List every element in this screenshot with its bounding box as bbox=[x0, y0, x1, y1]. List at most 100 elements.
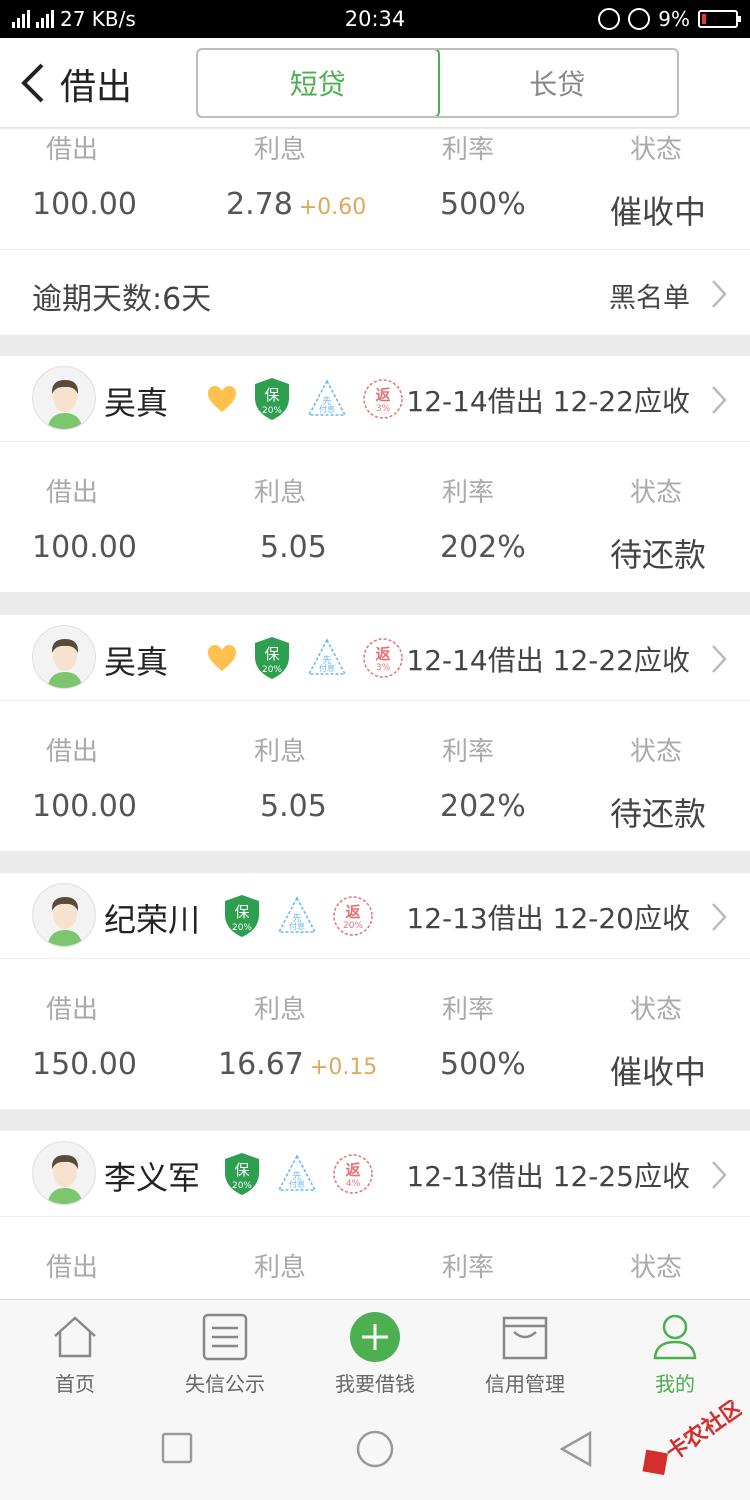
avatar bbox=[32, 1141, 96, 1205]
page-title: 借出 bbox=[60, 67, 133, 108]
status-label: 状态 bbox=[630, 737, 683, 767]
loan-record-card[interactable]: 纪荣川 保 20% 先付息返 20% 12-13借出 12-20应收 借出 利息 利率… bbox=[0, 873, 750, 1109]
loan-dates: 12-14借出 12-22应收 bbox=[406, 644, 690, 677]
avatar-icon bbox=[47, 1155, 83, 1204]
loan-record-card[interactable]: 李义军 保 20% 先付息返 4% 12-13借出 12-25应收 借出 利息 利率 … bbox=[0, 1131, 750, 1299]
rebate-icon: 返 4% bbox=[332, 1153, 374, 1195]
status-label: 状态 bbox=[630, 135, 683, 165]
lend-value: 100.00 bbox=[32, 187, 137, 222]
svg-text:付息: 付息 bbox=[289, 921, 305, 931]
lend-label: 借出 bbox=[46, 995, 99, 1025]
loan-stats: 借出 利息 利率 状态 100.00 5.05 202% 待还款 bbox=[0, 701, 750, 851]
plus-circle-icon bbox=[350, 1312, 400, 1362]
svg-text:20%: 20% bbox=[232, 923, 252, 933]
interest-extra: +0.15 bbox=[309, 1055, 378, 1080]
tab-long-loan[interactable]: 长贷 bbox=[438, 50, 678, 116]
svg-text:保: 保 bbox=[264, 386, 279, 404]
borrower-name: 李义军 bbox=[104, 1159, 201, 1197]
prepay-interest-icon: 先付息 bbox=[306, 378, 348, 420]
svg-text:返: 返 bbox=[345, 903, 360, 921]
chevron-right-icon bbox=[712, 645, 727, 673]
box-icon bbox=[502, 1316, 548, 1360]
status-label: 状态 bbox=[630, 1253, 683, 1283]
guarantee-shield-icon: 保 20% bbox=[222, 893, 262, 939]
svg-text:20%: 20% bbox=[232, 1181, 252, 1191]
watermark-logo: 卡农社区 bbox=[642, 1400, 742, 1476]
tab-borrow[interactable]: 我要借钱 bbox=[300, 1300, 450, 1403]
interest-label: 利息 bbox=[254, 478, 307, 508]
loan-dates: 12-13借出 12-20应收 bbox=[406, 902, 690, 935]
badge-group: 保 20% 先付息返 3% bbox=[206, 376, 404, 422]
rebate-icon: 返 3% bbox=[362, 637, 404, 679]
borrower-row[interactable]: 吴真 保 20% 先付息返 3% 12-14借出 12-22应收 bbox=[0, 615, 750, 701]
prepay-interest-icon: 先付息 bbox=[276, 895, 318, 937]
lend-label: 借出 bbox=[46, 135, 99, 165]
interest-extra: +0.60 bbox=[298, 195, 367, 220]
status-label: 状态 bbox=[630, 478, 683, 508]
loan-list[interactable]: 借出 利息 利率 状态 100.00 2.78 +0.60 500% 催收中 逾期… bbox=[0, 129, 750, 1299]
chevron-left-icon bbox=[21, 63, 44, 103]
bottom-tab-bar: 首页 失信公示 我要借钱 信用管理 我的 bbox=[0, 1299, 750, 1403]
loan-type-tabs: 短贷 长贷 bbox=[196, 48, 679, 118]
rate-label: 利率 bbox=[442, 135, 495, 165]
svg-text:付息: 付息 bbox=[319, 663, 335, 673]
loan-stats: 借出 利息 利率 状态 bbox=[0, 1217, 750, 1299]
borrower-row[interactable]: 纪荣川 保 20% 先付息返 20% 12-13借出 12-20应收 bbox=[0, 873, 750, 959]
borrower-row[interactable]: 吴真 保 20% 先付息返 3% 12-14借出 12-22应收 bbox=[0, 356, 750, 442]
interest-value: 2.78 +0.60 bbox=[226, 187, 367, 222]
tab-home[interactable]: 首页 bbox=[0, 1300, 150, 1403]
interest-label: 利息 bbox=[254, 995, 307, 1025]
rotation-lock-icon bbox=[598, 8, 621, 30]
interest-label: 利息 bbox=[254, 135, 307, 165]
guarantee-shield-icon: 保 20% bbox=[222, 1151, 262, 1197]
recents-icon[interactable] bbox=[160, 1431, 194, 1465]
user-icon bbox=[653, 1314, 697, 1360]
borrower-row[interactable]: 李义军 保 20% 先付息返 4% 12-13借出 12-25应收 bbox=[0, 1131, 750, 1217]
back-nav-icon[interactable] bbox=[558, 1430, 594, 1468]
guarantee-shield-icon: 保 20% bbox=[252, 376, 292, 422]
avatar bbox=[32, 883, 96, 947]
interest-value: 5.05 bbox=[260, 530, 327, 565]
status-label: 状态 bbox=[630, 995, 683, 1025]
svg-text:保: 保 bbox=[234, 903, 249, 921]
borrower-name: 吴真 bbox=[104, 643, 169, 681]
lend-value: 100.00 bbox=[32, 789, 137, 824]
interest-label: 利息 bbox=[254, 1253, 307, 1283]
status-value: 催收中 bbox=[610, 193, 707, 231]
avatar-icon bbox=[47, 897, 83, 946]
blacklist-link[interactable]: 黑名单 bbox=[609, 276, 690, 315]
svg-text:付息: 付息 bbox=[319, 404, 335, 414]
rate-label: 利率 bbox=[442, 995, 495, 1025]
back-button[interactable] bbox=[18, 60, 48, 106]
svg-text:20%: 20% bbox=[262, 665, 282, 675]
rate-label: 利率 bbox=[442, 737, 495, 767]
lend-label: 借出 bbox=[46, 478, 99, 508]
tab-mine[interactable]: 我的 bbox=[600, 1300, 750, 1403]
list-icon bbox=[202, 1313, 248, 1361]
prepay-interest-icon: 先付息 bbox=[306, 637, 348, 679]
svg-text:卡农社区: 卡农社区 bbox=[661, 1400, 742, 1466]
battery-percent: 9% bbox=[658, 7, 690, 31]
tab-short-loan[interactable]: 短贷 bbox=[198, 50, 440, 116]
chevron-right-icon bbox=[712, 386, 727, 414]
chevron-right-icon bbox=[712, 1161, 727, 1189]
svg-text:3%: 3% bbox=[376, 663, 391, 673]
loan-dates: 12-14借出 12-22应收 bbox=[406, 385, 690, 418]
svg-text:返: 返 bbox=[375, 645, 390, 663]
home-nav-icon[interactable] bbox=[355, 1429, 395, 1469]
overdue-row[interactable]: 逾期天数:6天 黑名单 bbox=[0, 249, 750, 335]
rate-label: 利率 bbox=[442, 1253, 495, 1283]
overdue-days: 逾期天数:6天 bbox=[32, 282, 212, 317]
status-value: 待还款 bbox=[610, 536, 707, 574]
svg-text:返: 返 bbox=[375, 386, 390, 404]
loan-card[interactable]: 借出 利息 利率 状态 100.00 2.78 +0.60 500% 催收中 逾期… bbox=[0, 129, 750, 335]
rate-value: 202% bbox=[440, 530, 526, 565]
loan-record-card[interactable]: 吴真 保 20% 先付息返 3% 12-14借出 12-22应收 借出 利息 利率 状… bbox=[0, 615, 750, 851]
rebate-icon: 返 3% bbox=[362, 378, 404, 420]
loan-record-card[interactable]: 吴真 保 20% 先付息返 3% 12-14借出 12-22应收 借出 利息 利率 状… bbox=[0, 356, 750, 592]
tab-blacklist[interactable]: 失信公示 bbox=[150, 1300, 300, 1403]
loan-stats: 借出 利息 利率 状态 100.00 2.78 +0.60 500% 催收中 bbox=[0, 129, 750, 249]
interest-label: 利息 bbox=[254, 737, 307, 767]
tab-credit[interactable]: 信用管理 bbox=[450, 1300, 600, 1403]
chevron-right-icon bbox=[712, 903, 727, 931]
